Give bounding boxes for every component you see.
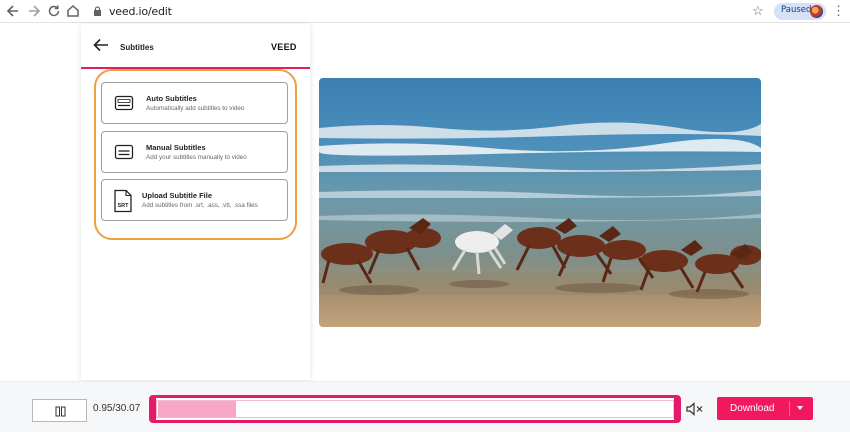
lock-icon [94,6,101,16]
download-button[interactable]: Download [717,397,813,420]
video-frame [319,78,761,327]
pause-icon [55,406,66,417]
timeline-track[interactable] [149,395,681,423]
download-label: Download [730,403,775,414]
srt-file-icon-label: SRT [118,203,130,209]
browser-toolbar: veed.io/edit ☆ Paused ⋮ [0,0,850,23]
video-preview[interactable] [319,78,761,327]
playback-time: 0.95/30.07 [93,403,141,414]
option-subtitle: Automatically add subtitles to video [146,105,245,112]
url-text: veed.io/edit [109,5,172,18]
manual-subtitles-option[interactable]: Manual Subtitles Add your subtitles manu… [101,131,288,173]
auto-subtitles-option[interactable]: Auto Subtitles Automatically add subtitl… [101,82,288,124]
auto-subtitles-icon [114,95,134,111]
bookmark-star-icon[interactable]: ☆ [752,3,764,19]
option-subtitle: Add subtitles from .srt, .ass, .vtt, .ss… [142,202,258,209]
profile-status-badge[interactable]: Paused [774,3,826,20]
profile-status-text: Paused [781,5,812,15]
forward-nav-icon[interactable] [25,2,43,20]
back-nav-icon[interactable] [4,2,22,20]
option-title: Manual Subtitles [146,143,206,152]
option-title: Auto Subtitles [146,94,197,103]
panel-header: Subtitles VEED [81,24,310,69]
playback-bar: 0.95/30.07 Download [0,381,850,432]
panel-title: Subtitles [120,43,154,52]
avatar [810,5,823,18]
back-arrow-icon[interactable] [93,38,109,52]
home-icon[interactable] [64,2,82,20]
address-bar[interactable]: veed.io/edit [87,2,767,21]
reload-icon[interactable] [45,2,63,20]
more-menu-icon[interactable]: ⋮ [832,3,845,19]
play-pause-button[interactable] [32,399,87,422]
download-divider [789,401,790,416]
timeline-end-handle[interactable] [674,398,678,420]
dropdown-caret-icon[interactable] [797,406,803,410]
manual-subtitles-icon [114,144,134,160]
option-subtitle: Add your subtitles manually to video [146,154,247,161]
srt-file-icon: SRT [114,189,132,213]
mute-icon[interactable] [686,402,704,416]
option-title: Upload Subtitle File [142,191,213,200]
timeline-progress [158,401,236,417]
upload-subtitle-file-option[interactable]: SRT Upload Subtitle File Add subtitles f… [101,179,288,221]
veed-logo[interactable]: VEED [271,42,297,52]
